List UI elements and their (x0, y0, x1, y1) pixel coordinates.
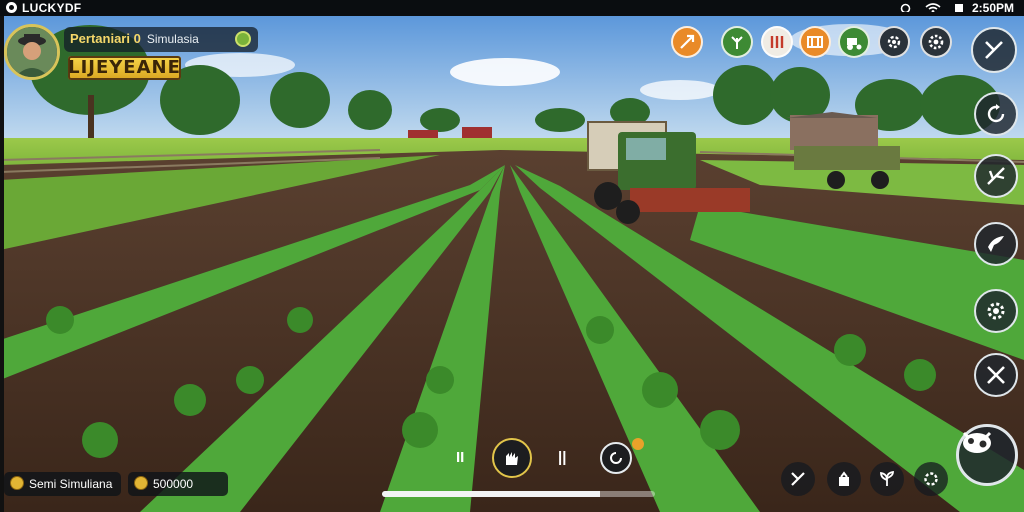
coin-currency-value: 500000 (153, 477, 194, 491)
cycle-icon (610, 452, 622, 464)
player-name: Pertaniari 0 Simulasia (70, 31, 199, 46)
app-logo-icon (6, 2, 17, 13)
coin-icon (10, 476, 24, 490)
seed-bag-icon[interactable] (827, 462, 861, 496)
main-action-button[interactable] (956, 424, 1018, 486)
gear-icon[interactable] (974, 289, 1018, 333)
seed-currency[interactable]: Semi Simuliana (4, 472, 121, 496)
hand-icon (506, 452, 518, 465)
player-name-text: Pertaniari 0 (70, 31, 141, 46)
plant-icon[interactable] (870, 462, 904, 496)
tools-icon[interactable] (971, 27, 1017, 73)
player-avatar[interactable] (4, 24, 60, 80)
bird-icon[interactable] (974, 222, 1018, 266)
progress-fill (382, 491, 601, 497)
player-subtitle: Simulasia (146, 32, 199, 46)
branch-icon[interactable] (974, 154, 1018, 198)
market-icon[interactable] (761, 26, 793, 58)
coin-icon (134, 476, 148, 490)
farmer-portrait-icon (7, 27, 57, 77)
status-app-name: LUCKYDF (22, 1, 82, 15)
coin-currency[interactable]: 500000 (128, 472, 228, 496)
tractor-icon[interactable] (838, 26, 870, 58)
wifi-icon (925, 3, 941, 12)
pause-button[interactable]: II (456, 449, 464, 466)
action-bar: II || (440, 438, 644, 480)
cycle-button[interactable] (600, 442, 632, 474)
settings-icon[interactable] (920, 26, 952, 58)
battery-icon (955, 4, 963, 12)
refresh-icon[interactable] (914, 462, 948, 496)
gem-icon[interactable] (235, 31, 251, 47)
notification-badge (632, 438, 644, 450)
item-button[interactable]: || (558, 449, 566, 466)
rotate-icon[interactable] (974, 92, 1018, 136)
alarm-icon (900, 3, 911, 12)
speed-icon[interactable] (671, 26, 703, 58)
seed-currency-label: Semi Simuliana (29, 477, 113, 491)
game-logo: LIJEYEANE (68, 56, 181, 80)
status-bar: LUCKYDF 2:50PM (0, 0, 1024, 16)
cow-icon (962, 431, 992, 453)
stats-icon[interactable] (799, 26, 831, 58)
status-time: 2:50PM (971, 1, 1014, 15)
crossed-tools-icon[interactable] (974, 353, 1018, 397)
harvest-tool-icon[interactable] (781, 462, 815, 496)
device-bezel (0, 0, 4, 512)
gear-icon[interactable] (878, 26, 910, 58)
progress-bar (382, 491, 655, 497)
hand-button[interactable] (492, 438, 532, 478)
leaf-icon[interactable] (721, 26, 753, 58)
